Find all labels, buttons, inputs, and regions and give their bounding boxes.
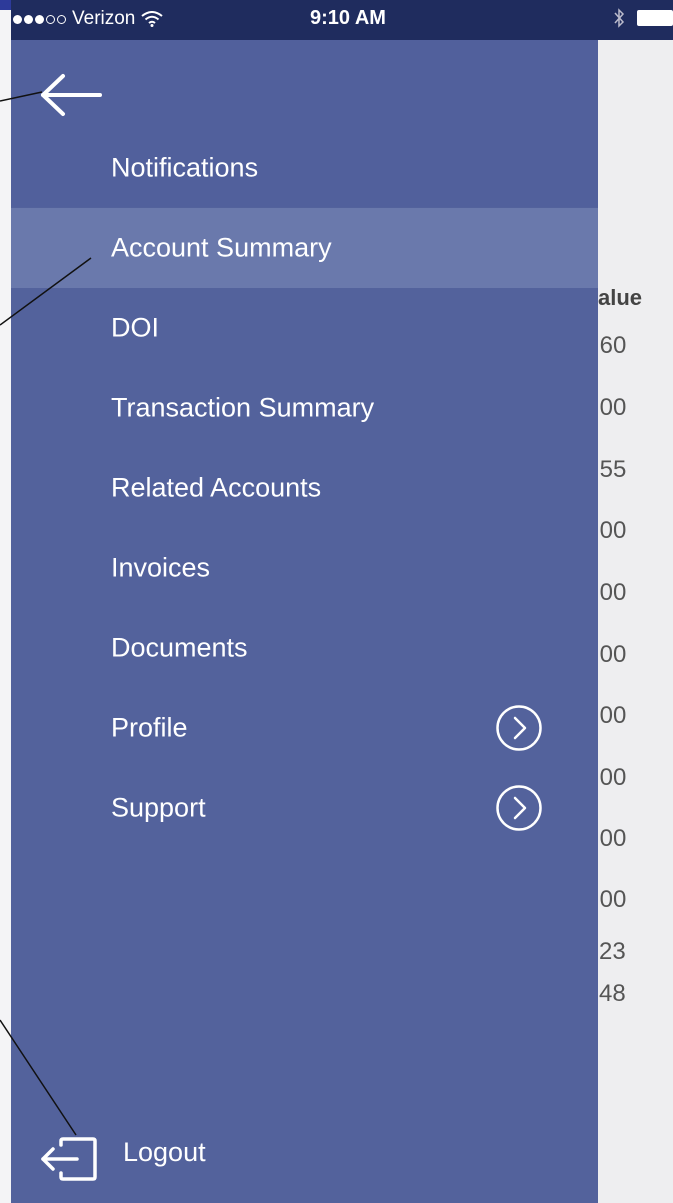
arrow-left-icon bbox=[41, 74, 102, 116]
background-value: .00 bbox=[598, 579, 627, 606]
menu-item-invoices[interactable]: Invoices bbox=[11, 528, 598, 608]
status-time: 9:10 AM bbox=[310, 7, 386, 29]
chevron-right-circle-icon[interactable] bbox=[495, 704, 543, 752]
menu-item-profile[interactable]: Profile bbox=[11, 688, 598, 768]
status-bar: Verizon 9:10 AM bbox=[11, 0, 673, 40]
logout-icon bbox=[41, 1137, 97, 1181]
menu-item-label: Invoices bbox=[111, 552, 211, 583]
bluetooth-icon bbox=[614, 8, 625, 28]
back-button[interactable] bbox=[38, 70, 104, 120]
background-value: .00 bbox=[598, 394, 627, 421]
background-value: 23 bbox=[599, 938, 626, 965]
menu-item-label: Account Summary bbox=[111, 232, 332, 263]
background-value: .00 bbox=[598, 764, 627, 791]
left-edge-strip bbox=[0, 0, 11, 1203]
menu-item-documents[interactable]: Documents bbox=[11, 608, 598, 688]
carrier-label: Verizon bbox=[72, 8, 136, 29]
menu-item-label: Related Accounts bbox=[111, 472, 322, 503]
logout-button[interactable]: Logout bbox=[11, 1125, 598, 1203]
logout-label: Logout bbox=[123, 1137, 206, 1167]
menu-item-notifications[interactable]: Notifications bbox=[11, 128, 598, 208]
menu-item-related-accounts[interactable]: Related Accounts bbox=[11, 448, 598, 528]
menu-item-doi[interactable]: DOI bbox=[11, 288, 598, 368]
menu-item-label: Notifications bbox=[111, 152, 259, 183]
background-content: alue .60 .00 .55 .00 .00 .00 .00 .00 .00… bbox=[598, 0, 673, 1203]
background-value: .60 bbox=[598, 332, 627, 359]
wifi-icon bbox=[141, 11, 163, 27]
background-value: .00 bbox=[598, 825, 627, 852]
battery-icon bbox=[637, 10, 673, 26]
menu-item-account-summary[interactable]: Account Summary bbox=[11, 208, 598, 288]
background-value: .00 bbox=[598, 641, 627, 668]
menu-item-label: DOI bbox=[111, 312, 160, 343]
signal-strength-icon bbox=[13, 14, 66, 24]
menu-item-label: Documents bbox=[111, 632, 248, 663]
background-column-header: alue bbox=[598, 285, 643, 310]
background-value: .00 bbox=[598, 517, 627, 544]
status-left: Verizon bbox=[13, 8, 163, 30]
menu-item-support[interactable]: Support bbox=[11, 768, 598, 848]
background-value: .55 bbox=[598, 456, 627, 483]
background-value: .00 bbox=[598, 702, 627, 729]
menu-item-label: Transaction Summary bbox=[111, 392, 375, 423]
status-right bbox=[613, 8, 673, 28]
background-value: 48 bbox=[599, 980, 626, 1007]
background-value: .00 bbox=[598, 886, 627, 913]
menu-item-transaction-summary[interactable]: Transaction Summary bbox=[11, 368, 598, 448]
chevron-right-circle-icon[interactable] bbox=[495, 784, 543, 832]
left-edge-accent bbox=[0, 0, 11, 10]
menu-item-label: Profile bbox=[111, 712, 188, 743]
navigation-drawer: Notifications Account Summary DOI Transa… bbox=[11, 40, 598, 1203]
menu-item-label: Support bbox=[111, 792, 206, 823]
